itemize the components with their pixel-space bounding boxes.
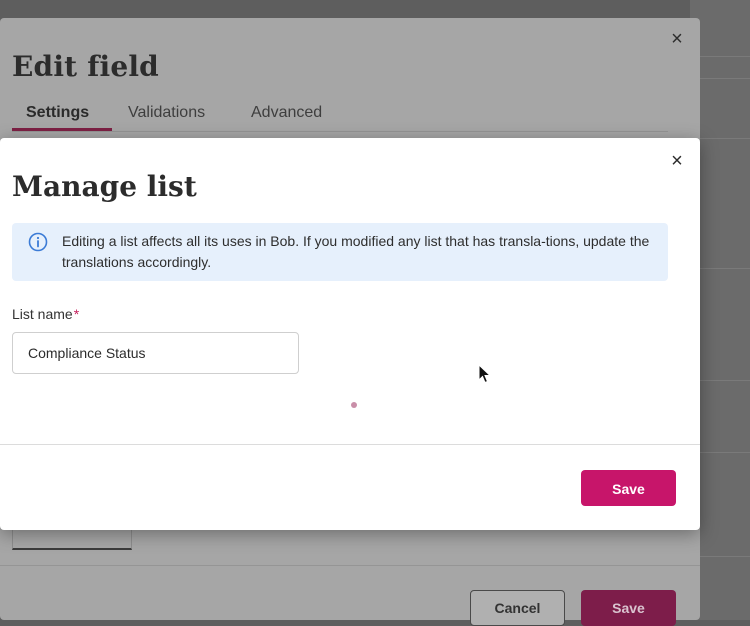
manage-list-dialog: Manage list × Editing a list affects all…	[0, 138, 700, 530]
info-banner: Editing a list affects all its uses in B…	[12, 223, 668, 281]
info-icon	[28, 232, 48, 252]
edit-field-save-button[interactable]: Save	[581, 590, 676, 626]
list-name-label: List name*	[12, 306, 79, 322]
required-mark: *	[73, 306, 80, 322]
background-input-edge	[12, 528, 132, 550]
list-name-input[interactable]	[12, 332, 299, 374]
edit-field-title: Edit field	[12, 50, 159, 83]
tabs-divider	[12, 131, 668, 132]
manage-list-close-icon[interactable]: ×	[668, 151, 686, 171]
manage-list-footer-divider	[0, 444, 700, 445]
tab-settings[interactable]: Settings	[26, 104, 89, 122]
edit-field-cancel-button[interactable]: Cancel	[470, 590, 565, 626]
edit-field-close-icon[interactable]: ×	[668, 29, 686, 49]
tab-advanced[interactable]: Advanced	[251, 104, 322, 122]
info-banner-text: Editing a list affects all its uses in B…	[62, 233, 650, 270]
manage-list-save-button[interactable]: Save	[581, 470, 676, 506]
edit-field-footer-divider	[0, 565, 700, 566]
manage-list-title: Manage list	[12, 170, 197, 203]
mouse-cursor-icon	[478, 364, 492, 384]
loading-dot	[351, 402, 357, 408]
tab-validations[interactable]: Validations	[128, 104, 205, 122]
list-name-label-text: List name	[12, 306, 73, 322]
